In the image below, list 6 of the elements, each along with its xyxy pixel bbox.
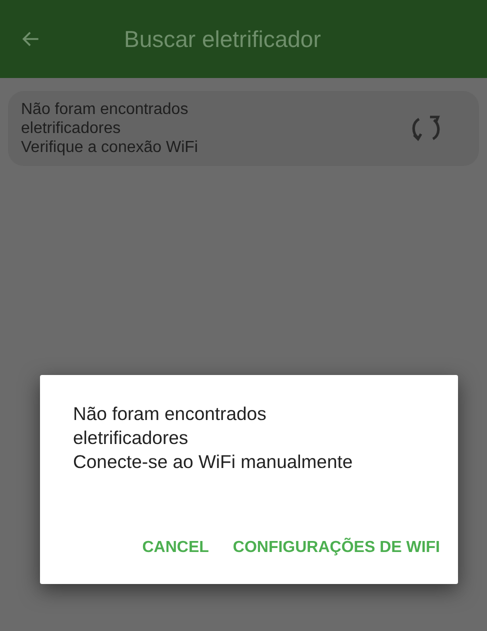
dialog-message: Não foram encontrados eletrificadores Conecte-se ao WiFi manualmente [72, 402, 354, 474]
status-message: Não foram encontrados eletrificadores Verifique a conexão WiFi [21, 100, 198, 157]
status-card[interactable]: Não foram encontrados eletrificadores Verifique a conexão WiFi [8, 91, 479, 166]
dialog-button[interactable]: CANCEL [134, 528, 217, 568]
toolbar-title: Buscar eletrificador [124, 24, 321, 54]
dialog-button[interactable]: CONFIGURAÇÕES DE WIFI [224, 528, 448, 568]
